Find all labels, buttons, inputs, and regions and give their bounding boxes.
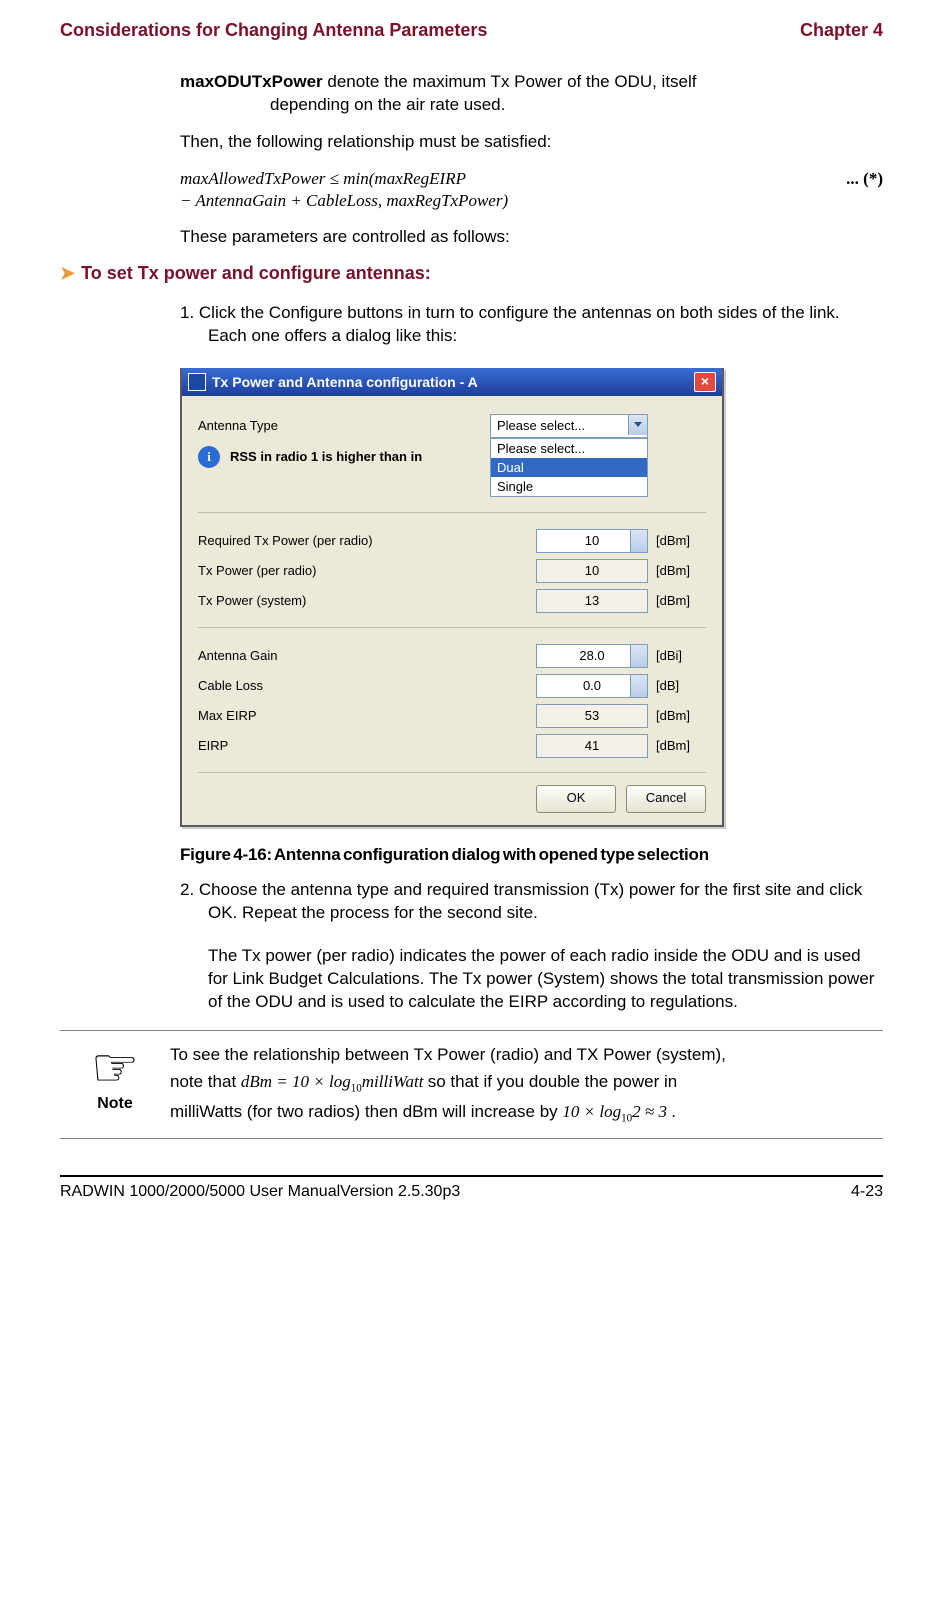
- procedure-heading: ➤ To set Tx power and configure antennas:: [60, 263, 883, 284]
- antenna-type-options[interactable]: Please select... Dual Single: [490, 438, 648, 497]
- note-equation-1: dBm = 10 × log10milliWatt: [241, 1072, 428, 1091]
- step-2-details: The Tx power (per radio) indicates the p…: [180, 945, 883, 1014]
- header-left: Considerations for Changing Antenna Para…: [60, 20, 487, 41]
- cable-loss-value: 0.0: [583, 678, 601, 693]
- eirp-unit: [dBm]: [656, 738, 706, 753]
- figure-caption: Figure 4-16: Antenna configuration dialo…: [180, 845, 883, 865]
- antenna-type-dropdown[interactable]: Please select... Please select... Dual S…: [490, 414, 648, 438]
- note-line-1: To see the relationship between Tx Power…: [170, 1045, 726, 1064]
- max-eirp-label: Max EIRP: [198, 708, 536, 723]
- tx-power-system-unit: [dBm]: [656, 593, 706, 608]
- required-tx-power-input[interactable]: 10: [536, 529, 648, 553]
- tx-power-radio-label: Tx Power (per radio): [198, 563, 536, 578]
- spinner-down-icon[interactable]: [636, 689, 644, 693]
- step-1: 1. Click the Configure buttons in turn t…: [180, 302, 883, 348]
- spinner-up-icon[interactable]: [636, 534, 644, 538]
- dialog-title-icon: [188, 373, 206, 391]
- spinner-down-icon[interactable]: [636, 544, 644, 548]
- page-footer: RADWIN 1000/2000/5000 User ManualVersion…: [60, 1175, 883, 1201]
- definition-text-1: denote the maximum Tx Power of the ODU, …: [323, 72, 697, 91]
- close-icon[interactable]: ×: [694, 372, 716, 392]
- footer-right: 4-23: [851, 1183, 883, 1201]
- antenna-type-label: Antenna Type: [198, 418, 490, 433]
- eirp-value: 41: [536, 734, 648, 758]
- step-2: 2. Choose the antenna type and required …: [180, 879, 883, 925]
- option-dual[interactable]: Dual: [491, 458, 647, 477]
- antenna-gain-label: Antenna Gain: [198, 648, 536, 663]
- note-line-2b: so that if you double the power in: [428, 1072, 678, 1091]
- required-tx-power-value: 10: [585, 533, 599, 548]
- cancel-button[interactable]: Cancel: [626, 785, 706, 813]
- equation-line-2: − AntennaGain + CableLoss, maxRegTxPower…: [180, 191, 508, 210]
- note-block: ☞ Note To see the relationship between T…: [60, 1030, 883, 1139]
- cable-loss-label: Cable Loss: [198, 678, 536, 693]
- required-tx-power-label: Required Tx Power (per radio): [198, 533, 536, 548]
- spinner-up-icon[interactable]: [636, 679, 644, 683]
- antenna-gain-unit: [dBi]: [656, 648, 706, 663]
- inequality-equation: maxAllowedTxPower ≤ min(maxRegEIRP ... (…: [180, 168, 883, 212]
- note-line-3a: milliWatts (for two radios) then dBm wil…: [170, 1102, 562, 1121]
- spinner-down-icon[interactable]: [636, 659, 644, 663]
- term-maxodutxpower: maxODUTxPower: [180, 72, 323, 91]
- procedure-heading-text: To set Tx power and configure antennas:: [81, 263, 431, 283]
- dialog-title-text: Tx Power and Antenna configuration - A: [212, 374, 694, 390]
- antenna-config-dialog: Tx Power and Antenna configuration - A ×…: [180, 368, 724, 827]
- dialog-titlebar: Tx Power and Antenna configuration - A ×: [182, 368, 722, 396]
- tx-power-radio-unit: [dBm]: [656, 563, 706, 578]
- equation-reference-star: ... (*): [846, 168, 883, 190]
- then-paragraph: Then, the following relationship must be…: [180, 131, 883, 154]
- eirp-label: EIRP: [198, 738, 536, 753]
- spinner-up-icon[interactable]: [636, 649, 644, 653]
- required-tx-power-unit: [dBm]: [656, 533, 706, 548]
- tx-power-system-label: Tx Power (system): [198, 593, 536, 608]
- chevron-down-icon[interactable]: [628, 415, 647, 435]
- tx-power-radio-value: 10: [536, 559, 648, 583]
- cable-loss-unit: [dB]: [656, 678, 706, 693]
- cable-loss-input[interactable]: 0.0: [536, 674, 648, 698]
- note-equation-2: 10 × log102 ≈ 3: [562, 1102, 671, 1121]
- equation-line-1: maxAllowedTxPower ≤ min(maxRegEIRP: [180, 169, 466, 188]
- page-header: Considerations for Changing Antenna Para…: [60, 20, 883, 41]
- definition-block: maxODUTxPower denote the maximum Tx Powe…: [180, 71, 883, 117]
- tx-power-system-value: 13: [536, 589, 648, 613]
- option-single[interactable]: Single: [491, 477, 647, 496]
- antenna-type-value[interactable]: Please select...: [490, 414, 648, 438]
- ok-button[interactable]: OK: [536, 785, 616, 813]
- note-line-2a: note that: [170, 1072, 241, 1091]
- note-label: Note: [60, 1095, 170, 1113]
- info-text: RSS in radio 1 is higher than in: [230, 449, 422, 464]
- controlled-paragraph: These parameters are controlled as follo…: [180, 226, 883, 249]
- pointing-hand-icon: ☞: [60, 1041, 170, 1095]
- antenna-gain-input[interactable]: 28.0: [536, 644, 648, 668]
- note-line-3b: .: [671, 1102, 676, 1121]
- definition-text-2: depending on the air rate used.: [180, 94, 883, 117]
- info-icon: i: [198, 446, 220, 468]
- arrow-icon: ➤: [60, 263, 75, 283]
- note-body: To see the relationship between Tx Power…: [170, 1041, 883, 1128]
- footer-left: RADWIN 1000/2000/5000 User ManualVersion…: [60, 1183, 460, 1201]
- header-right: Chapter 4: [800, 20, 883, 41]
- antenna-gain-value: 28.0: [579, 648, 604, 663]
- max-eirp-value: 53: [536, 704, 648, 728]
- max-eirp-unit: [dBm]: [656, 708, 706, 723]
- option-please-select[interactable]: Please select...: [491, 439, 647, 458]
